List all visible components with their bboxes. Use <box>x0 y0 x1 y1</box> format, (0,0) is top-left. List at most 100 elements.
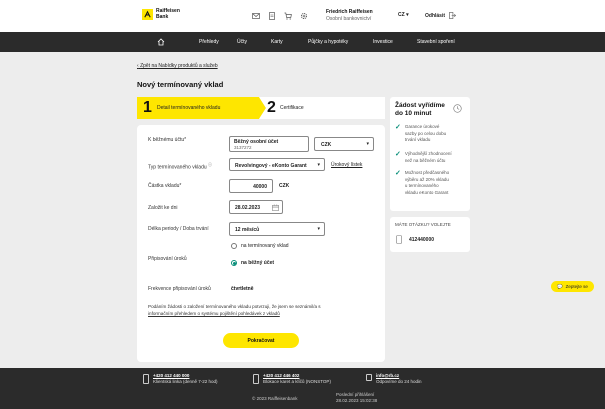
nav-item-cards[interactable]: Karty <box>271 39 283 45</box>
document-icon[interactable] <box>268 12 276 20</box>
check-icon: ✓ <box>395 124 401 131</box>
step-1-label: Detail termínovaného vkladu <box>157 105 221 111</box>
contact-phone[interactable]: 412440000 <box>409 237 434 243</box>
type-value: Revolvingový - eKonto Garant <box>235 163 307 169</box>
chevron-down-icon: ▾ <box>317 226 320 232</box>
calendar-icon[interactable] <box>272 204 279 211</box>
currency-value: CZK <box>321 142 332 148</box>
benefit-1-line3: trvání vkladu <box>404 137 431 142</box>
info-panel: Žádost vyřídíme do 10 minut ✓ Garance úr… <box>390 97 470 211</box>
contact-panel: MÁTE OTÁZKU? VOLEJTE 412440000 <box>390 217 470 252</box>
phone-icon <box>143 374 149 384</box>
last-login: Poslední přihlášení 28.02.2023 15:02:38 <box>336 392 377 403</box>
info-title-line1: Žádost vyřídíme <box>395 102 445 109</box>
radio-button-selected <box>231 260 237 266</box>
radio-button <box>231 243 237 249</box>
chat-button[interactable]: 💬 Zeptejte se <box>551 281 594 292</box>
period-value: 12 měsíců <box>235 227 260 233</box>
main-nav: Přehledy Účty Karty Půjčky a hypotéky In… <box>0 32 605 52</box>
type-label: Typ termínovaného vkladu ⓘ <box>148 162 212 171</box>
chevron-down-icon: ▾ <box>317 161 320 168</box>
nav-item-overviews[interactable]: Přehledy <box>199 39 219 45</box>
footer-phone1[interactable]: +420 412 440 000 <box>153 373 189 378</box>
logout-button[interactable]: Odhlásit <box>425 12 457 19</box>
nav-item-savings[interactable]: Stavební spoření <box>417 39 455 45</box>
mail-icon <box>366 374 372 381</box>
home-icon[interactable] <box>157 38 165 48</box>
consent-link[interactable]: informačním přehledem o systému pojištěn… <box>148 311 280 316</box>
user-info[interactable]: Friedrich Raiffeisen Osobní bankovnictví <box>326 9 373 22</box>
date-value: 28.02.2023 <box>235 205 261 211</box>
mail-icon[interactable] <box>252 12 260 20</box>
nav-item-loans[interactable]: Půjčky a hypotéky <box>308 39 348 45</box>
footer-email-desc: Odpovíme do 24 hodin <box>376 379 422 384</box>
chevron-down-icon: ▾ <box>406 12 409 18</box>
footer-phone2[interactable]: +420 412 446 402 <box>263 373 299 378</box>
info-panel-title: Žádost vyřídíme do 10 minut <box>395 102 445 118</box>
phone-icon <box>253 374 259 384</box>
type-select[interactable]: Revolvingový - eKonto Garant ▾ <box>229 158 325 171</box>
copyright: © 2023 Raiffeisenbank <box>252 396 298 401</box>
date-input[interactable]: 28.02.2023 <box>229 200 283 214</box>
frequency-value: čtvrtletně <box>231 286 254 292</box>
footer-client-line: +420 412 440 000 Klientská linka (denně … <box>143 373 218 385</box>
check-icon: ✓ <box>395 170 401 177</box>
step-2-number: 2 <box>267 99 276 116</box>
date-label: Založit ke dni <box>148 205 178 211</box>
currency-select[interactable]: CZK ▾ <box>314 137 374 151</box>
benefit-2-line1: Výhodnější zhodnocení <box>404 151 452 156</box>
step-2: 2 Certifikace <box>259 97 385 119</box>
clock-icon <box>453 104 462 113</box>
radio-to-deposit[interactable]: na termínovaný vklad <box>231 243 289 249</box>
radio-to-account[interactable]: na běžný účet <box>231 260 274 266</box>
frequency-label: Frekvence připisování úroků <box>148 286 211 292</box>
chevron-down-icon: ▾ <box>366 141 369 147</box>
contact-title: MÁTE OTÁZKU? VOLEJTE <box>395 222 451 227</box>
logo-icon <box>142 9 153 20</box>
info-title-line2: do 10 minut <box>395 110 432 117</box>
footer-email-link[interactable]: info@rb.cz <box>376 373 399 378</box>
deposit-form: K běžnému účtu* Běžný osobní účet 313727… <box>137 125 385 362</box>
account-number: 3137272 <box>234 145 252 150</box>
benefit-2: ✓ Výhodnější zhodnocení než na běžném úč… <box>395 151 452 164</box>
account-field[interactable]: Běžný osobní účet 3137272 <box>229 136 309 152</box>
back-link[interactable]: ‹ Zpět na Nabídky produktů a služeb <box>137 63 218 69</box>
account-label: K běžnému účtu* <box>148 137 187 143</box>
gear-icon[interactable] <box>300 12 308 20</box>
nav-item-investments[interactable]: Investice <box>373 39 393 45</box>
footer: +420 412 440 000 Klientská linka (denně … <box>0 368 605 409</box>
last-login-label: Poslední přihlášení <box>336 392 375 397</box>
back-link-label: Zpět na Nabídky produktů a služeb <box>140 63 218 69</box>
consent-text: Podáním žádosti o založení termínovaného… <box>148 303 378 317</box>
info-icon[interactable]: ⓘ <box>208 162 212 167</box>
cart-icon[interactable] <box>284 12 292 20</box>
type-label-text: Typ termínovaného vkladu <box>148 164 207 171</box>
continue-button[interactable]: Pokračovat <box>223 333 299 348</box>
benefit-3: ✓ Možnost předčasného výběru až 20% vkla… <box>395 170 449 196</box>
footer-phone2-desc: Blokace karet a klíčů (NONSTOP) <box>263 379 331 384</box>
chat-label: Zeptejte se <box>565 284 588 289</box>
footer-block-line: +420 412 446 402 Blokace karet a klíčů (… <box>253 373 331 385</box>
radio-to-account-label: na běžný účet <box>241 260 275 266</box>
period-select[interactable]: 12 měsíců ▾ <box>229 222 325 236</box>
logo[interactable]: Raiffeisen Bank <box>142 8 180 20</box>
chevron-left-icon: ‹ <box>137 63 139 69</box>
footer-email: info@rb.cz Odpovíme do 24 hodin <box>366 373 422 385</box>
nav-item-accounts[interactable]: Účty <box>237 39 247 45</box>
user-name: Friedrich Raiffeisen <box>326 9 373 15</box>
step-2-label: Certifikace <box>280 105 304 111</box>
check-icon: ✓ <box>395 151 401 158</box>
interest-sheet-link[interactable]: Úrokový lístek <box>331 162 362 168</box>
page-title: Nový termínovaný vklad <box>137 80 224 89</box>
interest-label: Připisování úroků <box>148 256 187 262</box>
logout-label: Odhlásit <box>425 12 446 19</box>
amount-value: 40000 <box>253 184 267 190</box>
last-login-value: 28.02.2023 15:02:38 <box>336 397 378 403</box>
benefit-3-line4: vkladu eKonto Garant <box>404 189 449 195</box>
benefit-3-line1: Možnost předčasného <box>404 170 450 175</box>
language-select[interactable]: CZ ▾ <box>398 12 409 18</box>
user-role: Osobní bankovnictví <box>326 15 372 22</box>
benefit-2-line2: než na běžném účtu <box>404 157 446 163</box>
amount-input[interactable]: 40000 <box>229 179 273 193</box>
step-1-number: 1 <box>143 99 152 116</box>
